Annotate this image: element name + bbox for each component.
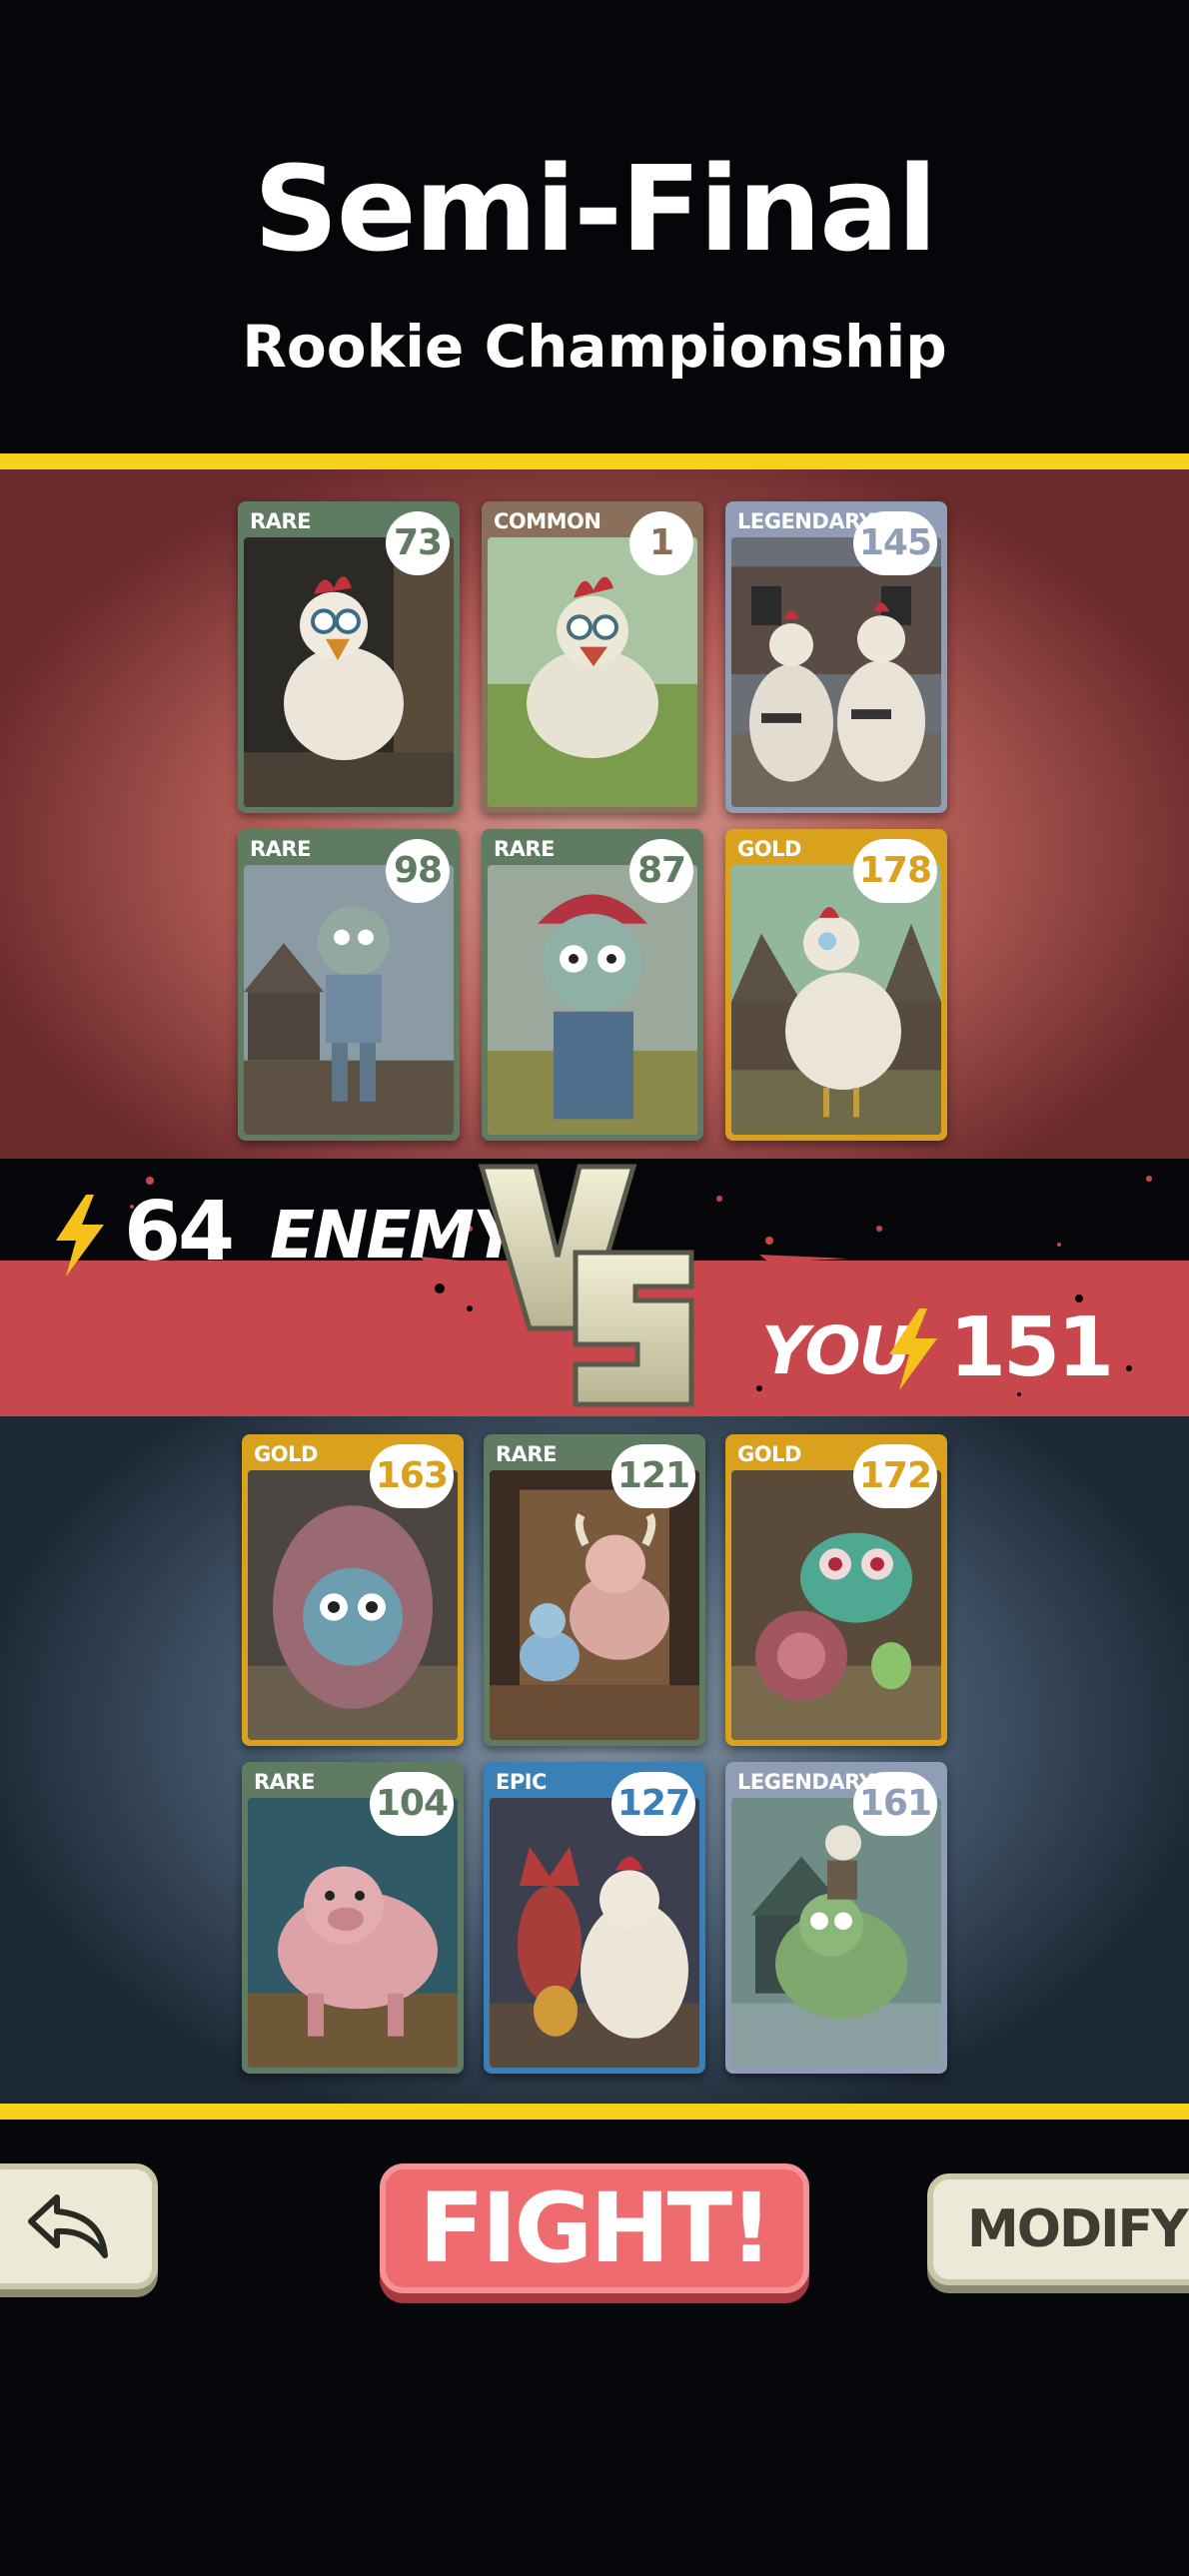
- rarity-label: GOLD: [254, 1442, 318, 1466]
- page-subtitle: Rookie Championship: [242, 313, 947, 381]
- enemy-card[interactable]: GOLD 178: [725, 829, 947, 1141]
- card-power: 172: [852, 1444, 937, 1508]
- enemy-card[interactable]: RARE 87: [482, 829, 703, 1141]
- rarity-label: GOLD: [737, 837, 801, 861]
- svg-text:VS: VS: [478, 1161, 480, 1162]
- undo-arrow-icon: [28, 2194, 108, 2258]
- card-power: 121: [610, 1444, 695, 1508]
- creature-artwork: [248, 1798, 458, 2068]
- player-card[interactable]: RARE 104: [242, 1762, 464, 2074]
- energy-bolt-icon: [56, 1195, 104, 1277]
- creature-artwork: [731, 865, 941, 1135]
- rarity-label: RARE: [494, 837, 555, 861]
- rarity-label: LEGENDARY: [737, 1770, 874, 1794]
- card-power: 178: [852, 839, 937, 903]
- player-power-value: 151: [949, 1300, 1114, 1395]
- card-power: 87: [629, 839, 693, 903]
- creature-artwork: [731, 1470, 941, 1740]
- creature-artwork: [731, 537, 941, 807]
- creature-artwork: [490, 1470, 699, 1740]
- rarity-label: RARE: [250, 837, 311, 861]
- player-card[interactable]: EPIC 127: [484, 1762, 705, 2074]
- back-button[interactable]: [0, 2163, 158, 2289]
- rarity-label: COMMON: [494, 509, 601, 533]
- rarity-label: RARE: [496, 1442, 557, 1466]
- fight-button[interactable]: FIGHT!: [380, 2163, 809, 2293]
- card-power: 145: [852, 511, 937, 575]
- rarity-label: EPIC: [496, 1770, 547, 1794]
- rarity-label: RARE: [250, 509, 311, 533]
- rarity-label: GOLD: [737, 1442, 801, 1466]
- enemy-card[interactable]: COMMON 1: [482, 501, 703, 813]
- creature-artwork: [248, 1470, 458, 1740]
- modify-button[interactable]: MODIFY: [927, 2173, 1189, 2285]
- creature-artwork: [490, 1798, 699, 2068]
- player-card[interactable]: GOLD 172: [725, 1434, 947, 1746]
- bottom-divider: [0, 2104, 1189, 2120]
- card-power: 104: [369, 1772, 454, 1836]
- page-title: Semi-Final: [253, 140, 938, 278]
- creature-artwork: [731, 1798, 941, 2068]
- player-card[interactable]: LEGENDARY 161: [725, 1762, 947, 2074]
- player-card[interactable]: RARE 121: [484, 1434, 705, 1746]
- creature-artwork: [488, 865, 697, 1135]
- card-power: 161: [852, 1772, 937, 1836]
- enemy-card[interactable]: RARE 98: [238, 829, 460, 1141]
- player-card[interactable]: GOLD 163: [242, 1434, 464, 1746]
- vs-logo: VS: [478, 1161, 694, 1407]
- card-power: 127: [610, 1772, 695, 1836]
- enemy-power-value: 64: [124, 1185, 235, 1280]
- rarity-label: RARE: [254, 1770, 315, 1794]
- creature-artwork: [244, 865, 454, 1135]
- creature-artwork: [488, 537, 697, 807]
- card-power: 98: [386, 839, 450, 903]
- top-divider: [0, 453, 1189, 469]
- creature-artwork: [244, 537, 454, 807]
- energy-bolt-icon: [889, 1308, 937, 1390]
- rarity-label: LEGENDARY: [737, 509, 874, 533]
- enemy-card[interactable]: LEGENDARY 145: [725, 501, 947, 813]
- card-power: 163: [369, 1444, 454, 1508]
- enemy-card[interactable]: RARE 73: [238, 501, 460, 813]
- card-power: 73: [386, 511, 450, 575]
- card-power: 1: [629, 511, 693, 575]
- header: Semi-Final Rookie Championship: [0, 0, 1189, 449]
